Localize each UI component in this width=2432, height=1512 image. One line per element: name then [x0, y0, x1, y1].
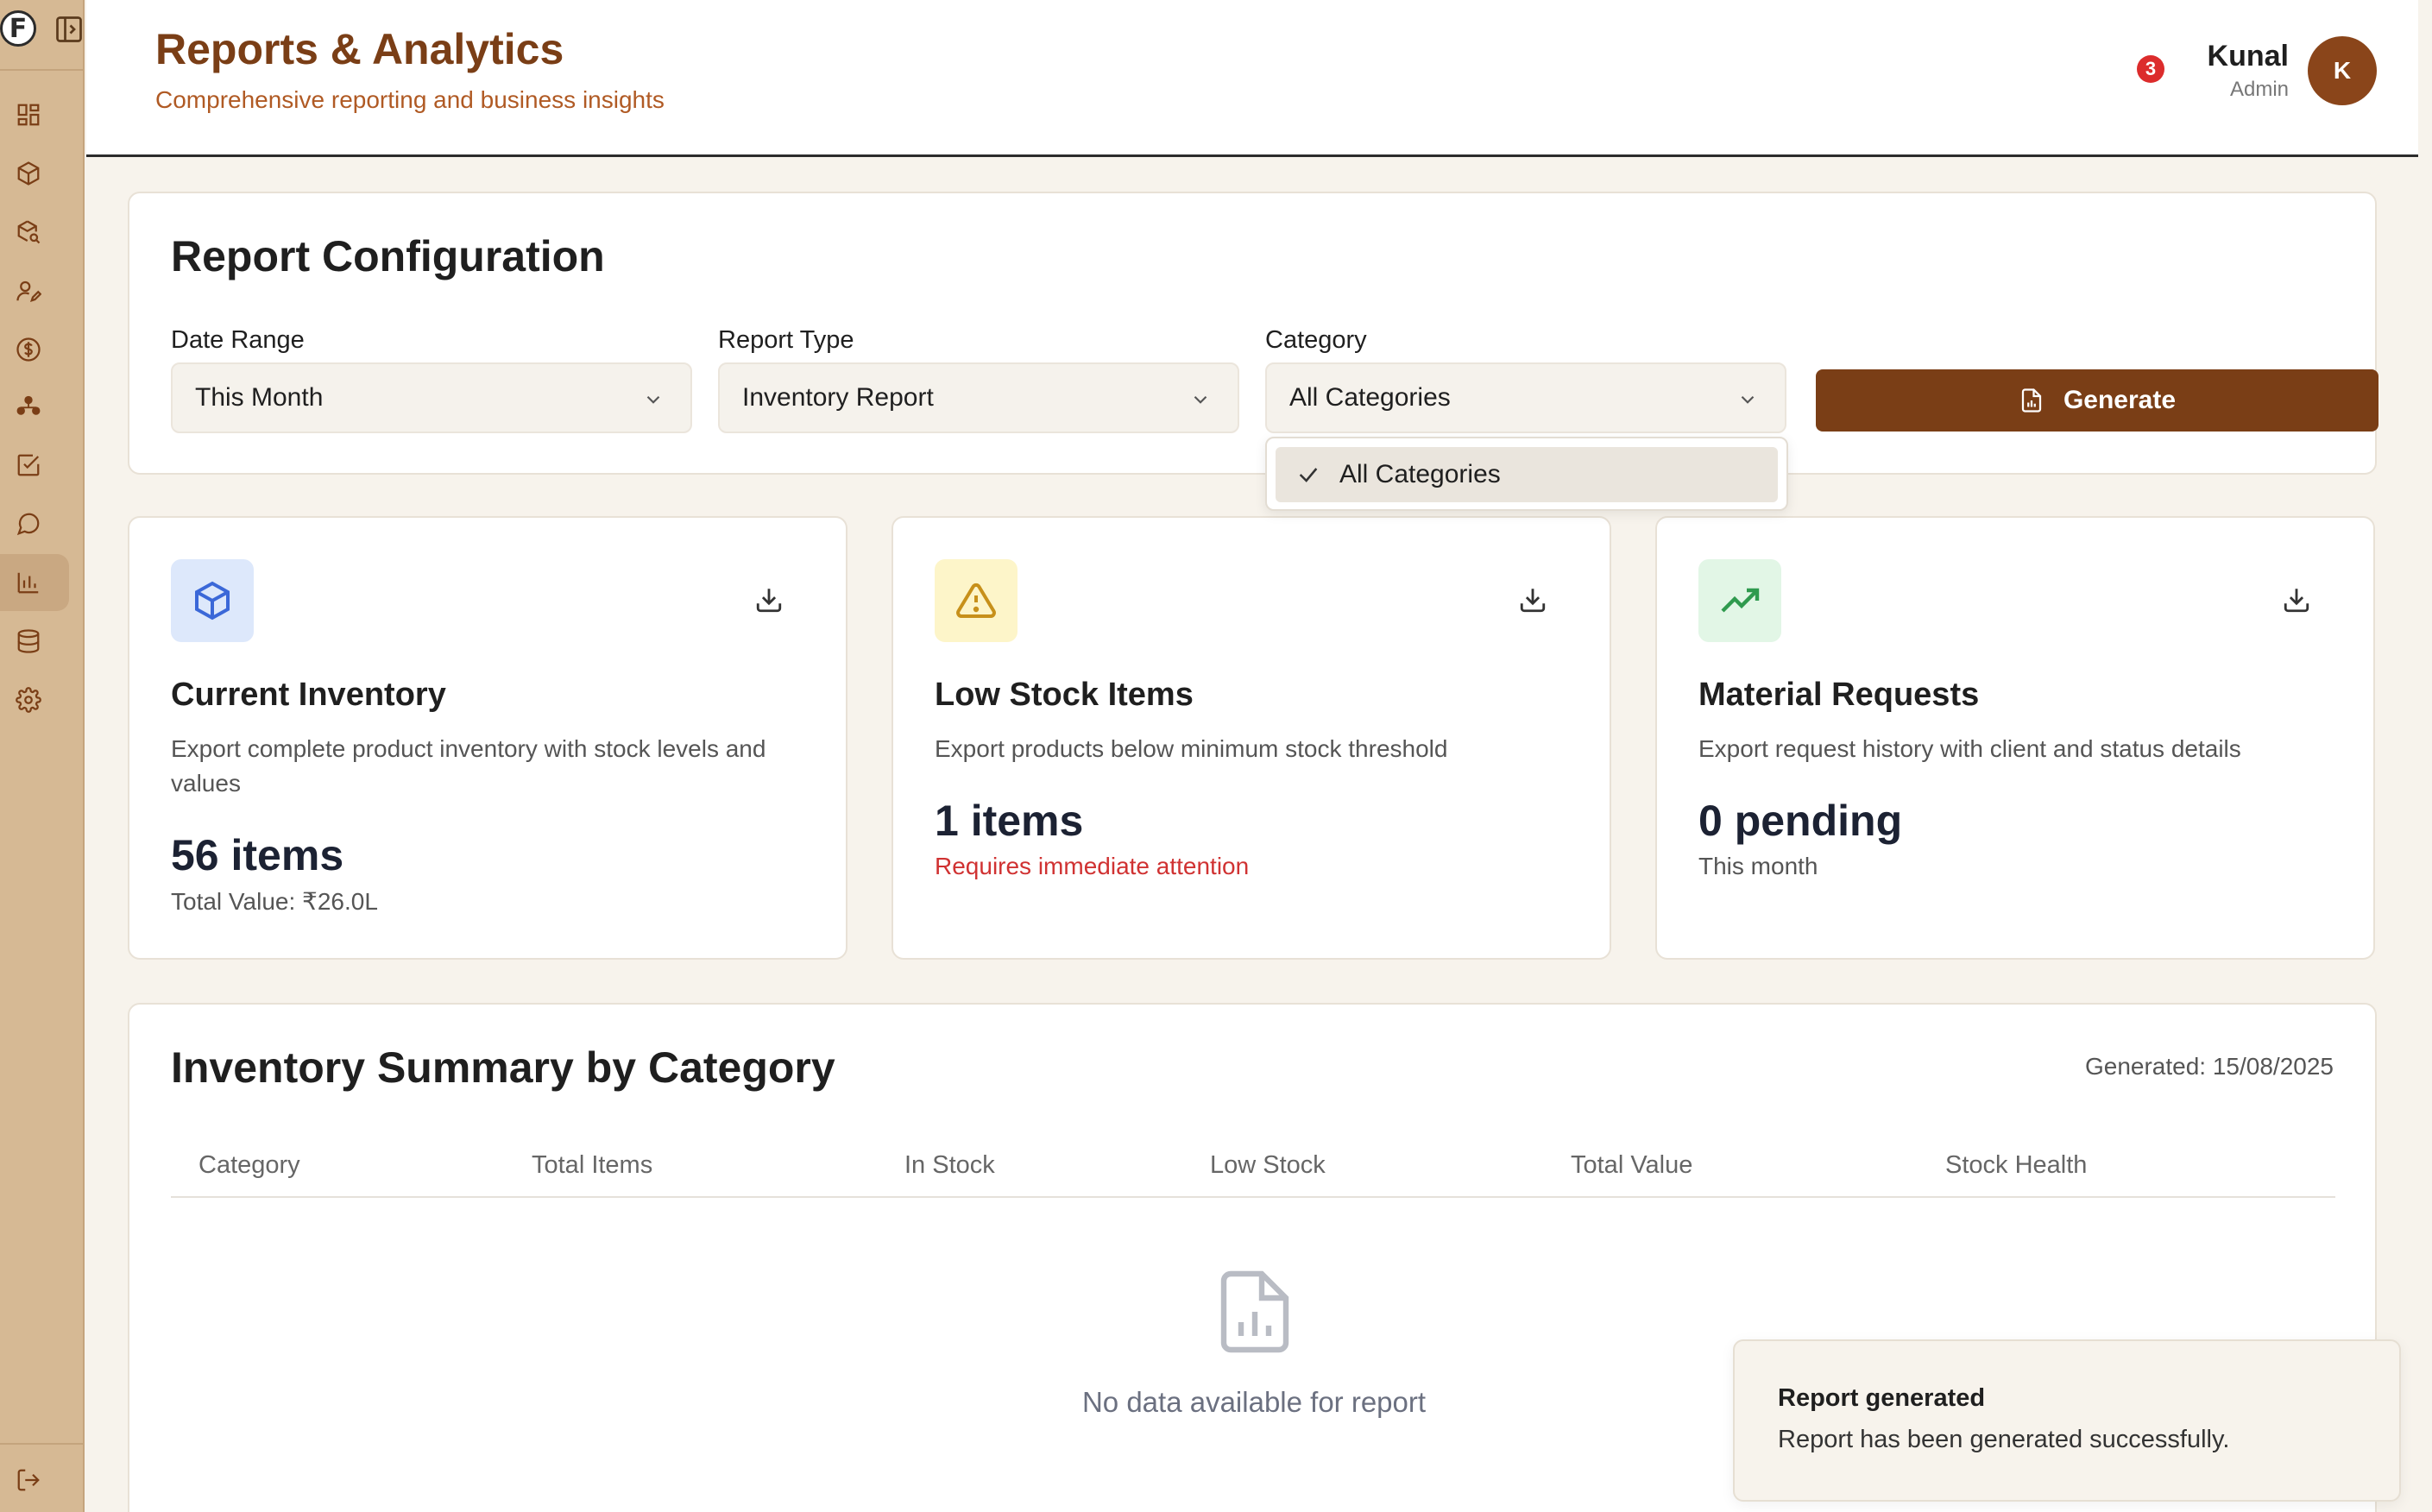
chevron-down-icon	[1741, 395, 1755, 404]
dollar-icon	[16, 337, 41, 362]
download-icon[interactable]	[754, 585, 784, 614]
sidebar-item-dashboard[interactable]	[0, 86, 69, 143]
generated-date: Generated: 15/08/2025	[2084, 1053, 2334, 1080]
stat-icon-container	[171, 559, 254, 642]
config-title: Report Configuration	[171, 232, 605, 280]
toast-title: Report generated	[1778, 1384, 1986, 1412]
column-header-low-stock[interactable]: Low Stock	[1210, 1151, 1326, 1180]
stat-title: Low Stock Items	[935, 677, 1194, 713]
user-role: Admin	[2229, 78, 2289, 101]
checklist-icon	[17, 454, 40, 476]
file-chart-icon	[1220, 1270, 1289, 1353]
sidebar-item-reports[interactable]	[0, 554, 69, 611]
toast-message: Report has been generated successfully.	[1778, 1426, 2230, 1453]
date-range-label: Date Range	[171, 326, 305, 354]
sidebar-item-products[interactable]	[0, 145, 69, 202]
sidebar-item-inventory[interactable]	[0, 204, 69, 261]
sidebar-footer	[0, 1443, 85, 1512]
stat-value: 56 items	[171, 831, 344, 879]
page-title: Reports & Analytics	[155, 25, 564, 73]
logout-icon[interactable]	[16, 1467, 41, 1493]
download-icon[interactable]	[2282, 585, 2311, 614]
date-range-select[interactable]: This Month	[171, 362, 692, 433]
table-header: Category Total Items In Stock Low Stock …	[171, 1136, 2335, 1198]
message-icon	[16, 513, 40, 536]
dropdown-option-all-categories[interactable]: All Categories	[1276, 447, 1778, 502]
material-requests-card: Material Requests Export request history…	[1655, 516, 2375, 960]
date-range-value: This Month	[195, 383, 324, 412]
category-dropdown: All Categories	[1265, 437, 1788, 511]
page-subtitle: Comprehensive reporting and business ins…	[155, 86, 665, 113]
dashboard-icon	[17, 104, 40, 126]
stat-subtext: Requires immediate attention	[935, 853, 1250, 879]
column-header-total-items[interactable]: Total Items	[532, 1151, 652, 1180]
stat-value: 0 pending	[1698, 797, 1903, 845]
sidebar-header: F	[0, 0, 85, 71]
low-stock-card: Low Stock Items Export products below mi…	[892, 516, 1611, 960]
stat-description: Export request history with client and s…	[1698, 735, 2241, 762]
report-configuration-card: Report Configuration Date Range This Mon…	[128, 192, 2378, 475]
category-select[interactable]: All Categories	[1265, 362, 1786, 433]
sidebar-item-tasks[interactable]	[0, 437, 69, 494]
report-type-label: Report Type	[718, 326, 854, 354]
page-header: Reports & Analytics Comprehensive report…	[86, 0, 2418, 157]
bar-chart-icon	[17, 572, 39, 594]
category-label: Category	[1265, 326, 1367, 354]
file-chart-icon	[2021, 388, 2042, 413]
avatar[interactable]: K	[2308, 36, 2377, 105]
trending-up-icon	[1721, 588, 1760, 613]
chevron-down-icon	[1194, 395, 1207, 404]
sidebar-item-network[interactable]	[0, 378, 69, 435]
sidebar-toggle-icon[interactable]	[54, 14, 85, 45]
report-type-value: Inventory Report	[742, 383, 934, 412]
download-icon[interactable]	[1518, 585, 1547, 614]
gear-icon	[16, 687, 41, 713]
database-icon	[17, 629, 40, 653]
summary-title: Inventory Summary by Category	[171, 1043, 835, 1092]
warning-icon	[956, 583, 996, 618]
generate-button[interactable]: Generate	[1816, 369, 2378, 432]
column-header-total-value[interactable]: Total Value	[1571, 1151, 1692, 1180]
notification-badge[interactable]: 3	[2137, 55, 2164, 83]
box-icon	[195, 581, 230, 621]
chevron-down-icon	[646, 395, 660, 404]
app-logo: F	[0, 10, 36, 47]
box-icon	[17, 161, 40, 186]
user-edit-icon	[16, 280, 41, 303]
category-value: All Categories	[1289, 383, 1451, 412]
dropdown-option-label: All Categories	[1339, 460, 1501, 488]
sidebar-item-finance[interactable]	[0, 321, 69, 378]
current-inventory-card: Current Inventory Export complete produc…	[128, 516, 847, 960]
sidebar-item-messages[interactable]	[0, 495, 69, 552]
report-type-select[interactable]: Inventory Report	[718, 362, 1239, 433]
sidebar-item-clients[interactable]	[0, 262, 69, 319]
stat-description: Export complete product inventory with s…	[171, 735, 766, 797]
column-header-stock-health[interactable]: Stock Health	[1945, 1151, 2087, 1180]
toast-notification[interactable]: Report generated Report has been generat…	[1733, 1339, 2401, 1502]
network-icon	[16, 395, 41, 415]
stat-description: Export products below minimum stock thre…	[935, 735, 1448, 762]
sidebar: F	[0, 0, 85, 1512]
column-header-in-stock[interactable]: In Stock	[904, 1151, 995, 1180]
stat-subtext: This month	[1698, 853, 1818, 879]
stat-subtext: Total Value: ₹26.0L	[171, 888, 378, 915]
user-name: Kunal	[2207, 40, 2289, 72]
stat-icon-container	[1698, 559, 1781, 642]
stat-title: Material Requests	[1698, 677, 1980, 713]
stat-title: Current Inventory	[171, 677, 446, 713]
stat-value: 1 items	[935, 797, 1084, 845]
box-search-icon	[17, 220, 41, 244]
check-icon	[1299, 468, 1318, 482]
stat-icon-container	[935, 559, 1018, 642]
generate-label: Generate	[2063, 386, 2177, 414]
sidebar-item-database[interactable]	[0, 613, 69, 670]
sidebar-item-settings[interactable]	[0, 671, 69, 728]
column-header-category[interactable]: Category	[198, 1151, 300, 1180]
